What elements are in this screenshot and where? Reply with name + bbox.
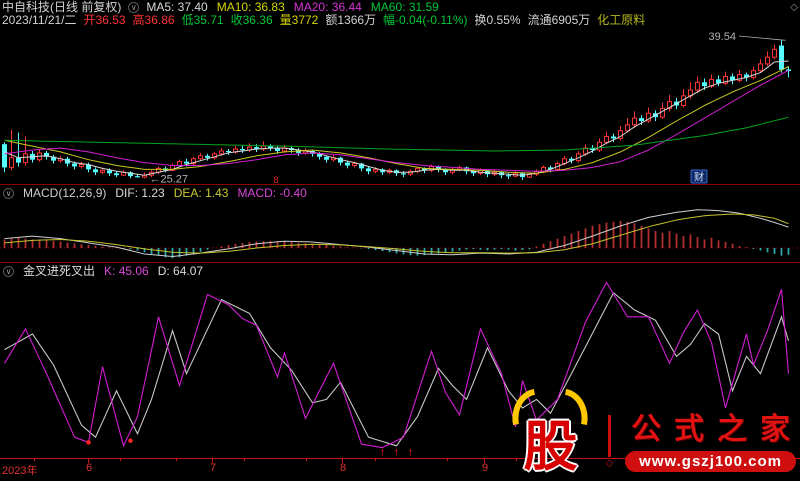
kd-header-item: D: 64.07 xyxy=(157,264,204,278)
axis-month-label: 8 xyxy=(340,462,347,474)
main-chart-panel: ←25.27 39.54 8 财 xyxy=(0,28,800,185)
financial-report-marker: 财 xyxy=(694,171,704,184)
logo-separator: ◇ xyxy=(605,415,614,469)
quote-item: 开36.53 xyxy=(83,13,126,27)
quote-item: 量3772 xyxy=(279,13,319,27)
collapse-main-chart-icon[interactable]: ∨ xyxy=(128,2,140,13)
quote-item: 2023/11/21/二 xyxy=(2,13,77,27)
axis-minor-tick xyxy=(375,459,376,461)
high-price-label: 39.54 xyxy=(708,31,736,43)
kd-header-item: K: 45.06 xyxy=(104,264,149,278)
stock-chart-window: 中自科技(日线 前复权) ∨ MA5: 37.40 MA10: 36.83 MA20… xyxy=(0,0,800,477)
bull-logo-icon: 股 xyxy=(507,388,594,477)
axis-month-label: 7 xyxy=(210,462,217,474)
buy-signal-arrow-icon: ↑ xyxy=(408,445,414,458)
kd-header-values: 金叉进死叉出 K: 45.06 D: 64.07 xyxy=(23,265,203,278)
macd-header-item: DEA: 1.43 xyxy=(173,186,229,200)
quote-item: 低35.71 xyxy=(181,13,224,27)
buy-signal-dot xyxy=(128,438,133,443)
watermark-site-url: www.gszj100.com xyxy=(625,451,796,472)
quote-item: 化工原料 xyxy=(597,13,646,27)
watermark-logo: 股 ◇ 公式之家 www.gszj100.com xyxy=(507,388,796,477)
axis-minor-tick xyxy=(34,459,35,461)
kd-header-item: 金叉进死叉出 xyxy=(23,264,96,278)
buy-signal-arrow-icon: ↑ xyxy=(380,445,386,458)
axis-minor-tick xyxy=(306,459,307,461)
bull-gu-character: 股 xyxy=(523,417,578,477)
axis-minor-tick xyxy=(120,459,121,461)
separator-line xyxy=(607,415,611,457)
quote-item: 换0.55% xyxy=(474,13,521,27)
axis-month-label: 6 xyxy=(86,462,93,474)
buy-signal-dot xyxy=(86,440,91,445)
quote-item: 高36.86 xyxy=(132,13,175,27)
axis-minor-tick xyxy=(244,459,245,461)
macd-header-item: MACD: -0.40 xyxy=(237,186,307,200)
macd-header: ∨ MACD(12,26,9) DIF: 1.23 DEA: 1.43 MACD: -… xyxy=(3,187,307,200)
chart-header: 中自科技(日线 前复权) ∨ MA5: 37.40 MA10: 36.83 MA20… xyxy=(0,0,800,28)
corner-diamond-icon[interactable]: ◇ xyxy=(790,1,798,14)
event-marker: 8 xyxy=(273,175,278,185)
axis-month-label: 9 xyxy=(482,462,489,474)
axis-minor-tick xyxy=(447,459,448,461)
collapse-macd-icon[interactable]: ∨ xyxy=(3,188,14,199)
collapse-kd-icon[interactable]: ∨ xyxy=(3,266,14,277)
axis-minor-tick xyxy=(176,459,177,461)
low-price-label: ←25.27 xyxy=(150,173,189,185)
quote-item: 幅-0.04(-0.11%) xyxy=(383,13,468,27)
macd-header-values: MACD(12,26,9) DIF: 1.23 DEA: 1.43 MACD: -0.… xyxy=(23,187,307,200)
watermark-site-name: 公式之家 xyxy=(631,413,800,446)
buy-signal-arrow-icon: ↑ xyxy=(394,445,400,458)
candlestick-chart[interactable]: ←25.27 39.54 8 财 xyxy=(0,28,800,185)
macd-panel: ∨ MACD(12,26,9) DIF: 1.23 DEA: 1.43 MACD: -… xyxy=(0,185,800,263)
macd-header-item: DIF: 1.23 xyxy=(115,186,165,200)
separator-diamond-icon: ◇ xyxy=(605,458,614,469)
quote-item: 收36.36 xyxy=(230,13,273,27)
quote-item: 流通6905万 xyxy=(527,13,591,27)
quote-item: 额1366万 xyxy=(325,13,377,27)
kd-header: ∨ 金叉进死叉出 K: 45.06 D: 64.07 xyxy=(3,265,203,278)
macd-header-item: MACD(12,26,9) xyxy=(23,186,107,200)
quote-info-line: 2023/11/21/二 开36.53 高36.86 低35.71 收36.36 量377… xyxy=(2,14,798,27)
